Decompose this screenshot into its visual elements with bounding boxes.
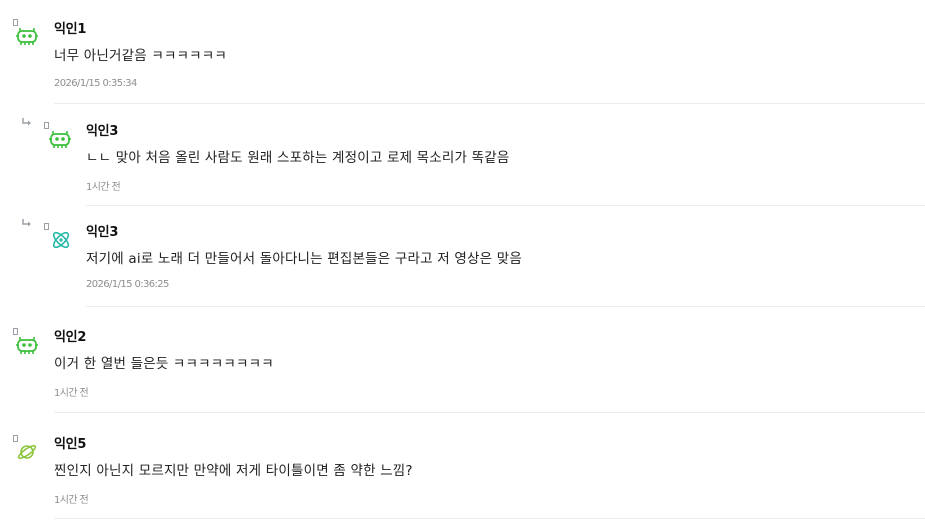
comment-text: 너무 아닌거같음 ㅋㅋㅋㅋㅋㅋ	[54, 48, 228, 64]
comment-timestamp: 2026/1/15 0:35:34	[54, 78, 137, 89]
comment-author[interactable]: 익인2	[54, 326, 86, 345]
comment-author[interactable]: 익인3	[86, 120, 118, 139]
comment-item: 익인5 찐인지 아닌지 모르지만 만약에 저게 타이틀이면 좀 약한 느낌? 1…	[0, 413, 925, 519]
reply-arrow-icon	[22, 219, 32, 229]
comment-author[interactable]: 익인3	[86, 221, 118, 240]
comment-timestamp: 1시간 전	[54, 388, 89, 399]
comment-text: 저기에 ai로 노래 더 만들어서 돌아다니는 편집본들은 구라고 저 영상은 …	[86, 251, 522, 267]
reply-comment-item: 익인3 저기에 ai로 노래 더 만들어서 돌아다니는 편집본들은 구라고 저 …	[0, 205, 925, 309]
comment-text: 이거 한 열번 들은듯 ㅋㅋㅋㅋㅋㅋㅋㅋ	[54, 356, 274, 372]
comment-item: 익인2 이거 한 열번 들은듯 ㅋㅋㅋㅋㅋㅋㅋㅋ 1시간 전	[0, 306, 925, 413]
reply-comment-item: 익인3 ㄴㄴ 맞아 처음 올린 사람도 원래 스포하는 계정이고 로제 목소리가…	[0, 104, 925, 208]
comment-author[interactable]: 익인5	[54, 433, 86, 452]
planet-icon	[16, 441, 38, 463]
comment-marker	[44, 122, 49, 129]
comment-timestamp: 1시간 전	[86, 182, 121, 193]
comment-divider	[54, 518, 925, 519]
comment-author[interactable]: 익인1	[54, 18, 86, 37]
comment-timestamp: 1시간 전	[54, 495, 89, 506]
reply-arrow-icon	[22, 118, 32, 128]
comment-item: 익인1 너무 아닌거같음 ㅋㅋㅋㅋㅋㅋ 2026/1/15 0:35:34	[0, 0, 925, 104]
comment-text: 찐인지 아닌지 모르지만 만약에 저게 타이틀이면 좀 약한 느낌?	[54, 463, 413, 479]
comment-list: 익인1 너무 아닌거같음 ㅋㅋㅋㅋㅋㅋ 2026/1/15 0:35:34 익인…	[0, 0, 925, 521]
atom-icon	[50, 229, 72, 251]
comment-marker	[13, 19, 18, 26]
comment-timestamp: 2026/1/15 0:36:25	[86, 279, 169, 290]
comment-marker	[13, 328, 18, 335]
monster-icon	[16, 27, 38, 49]
comment-marker	[44, 223, 49, 230]
comment-text: ㄴㄴ 맞아 처음 올린 사람도 원래 스포하는 계정이고 로제 목소리가 똑같음	[86, 150, 510, 166]
monster-icon	[49, 130, 71, 152]
monster-icon	[16, 336, 38, 358]
